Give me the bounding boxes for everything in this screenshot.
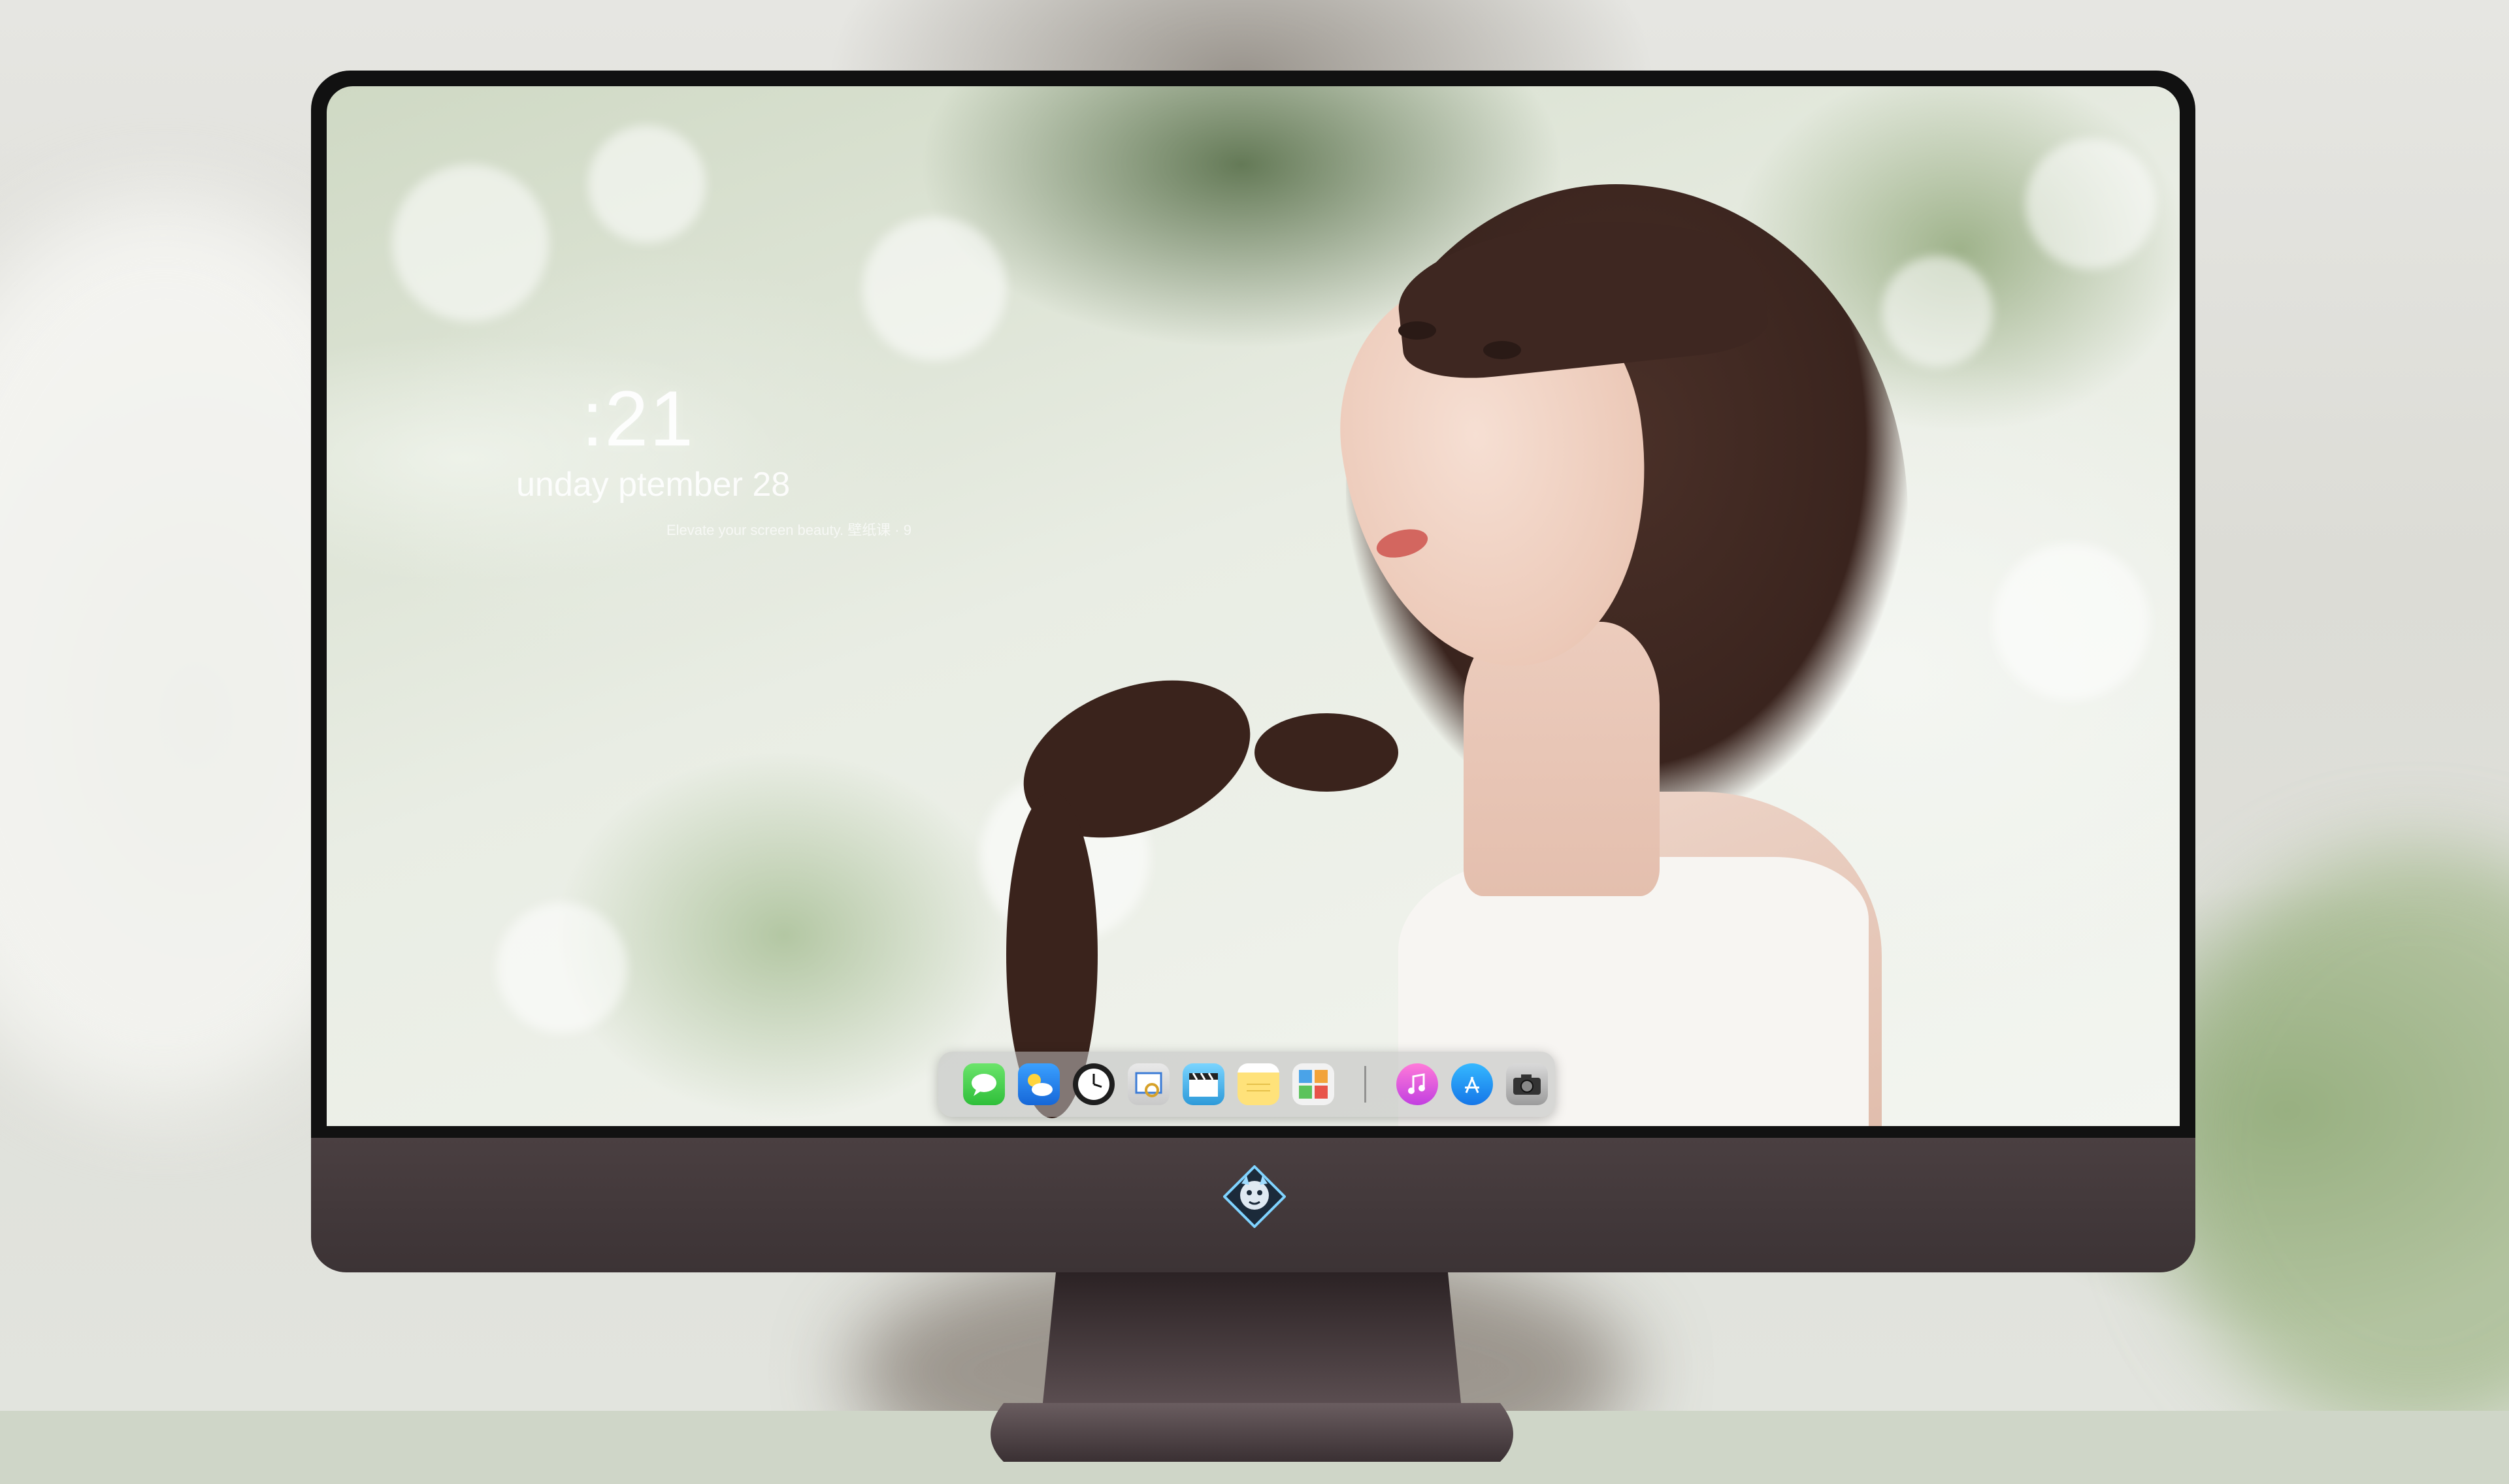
dragon-mascot-logo	[1222, 1165, 1287, 1229]
camera-icon[interactable]	[1506, 1063, 1548, 1105]
app-store-icon[interactable]	[1451, 1063, 1493, 1105]
clapperboard-icon[interactable]	[1183, 1063, 1224, 1105]
clock-icon[interactable]	[1073, 1063, 1115, 1105]
preview-icon[interactable]	[1128, 1063, 1170, 1105]
screen-bezel: :21 unday ptember 28 Elevate your screen…	[311, 71, 2195, 1138]
lock-date: unday ptember 28	[516, 466, 791, 504]
notes-icon[interactable]	[1238, 1063, 1279, 1105]
weather-icon[interactable]	[1018, 1063, 1060, 1105]
dock	[938, 1052, 1555, 1117]
lock-screen[interactable]: :21 unday ptember 28 Elevate your screen…	[327, 86, 2180, 1126]
monitor-chin	[311, 1138, 2195, 1272]
gallery-icon[interactable]	[1292, 1063, 1334, 1105]
dock-separator	[1364, 1066, 1366, 1103]
music-icon[interactable]	[1396, 1063, 1438, 1105]
monitor: :21 unday ptember 28 Elevate your screen…	[311, 71, 2195, 1462]
lock-clock: :21	[582, 375, 695, 462]
messages-icon[interactable]	[963, 1063, 1005, 1105]
monitor-stand	[964, 1272, 1539, 1481]
lock-caption: Elevate your screen beauty. 壁纸课 · 9	[666, 522, 911, 538]
